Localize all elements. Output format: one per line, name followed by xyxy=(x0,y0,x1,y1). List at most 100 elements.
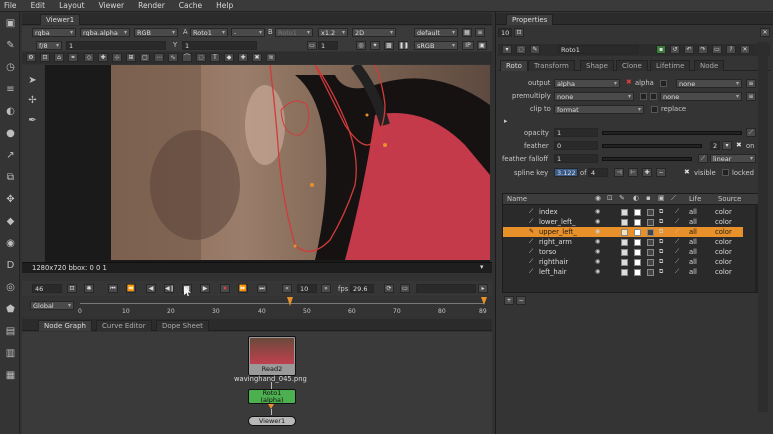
viewer-canvas[interactable] xyxy=(45,61,490,263)
remove-layer-button[interactable]: − xyxy=(516,296,526,305)
motion-icon[interactable]: ⟋ xyxy=(675,257,679,267)
roto-select-icon[interactable]: ⊹ xyxy=(112,53,122,62)
col-name-header[interactable]: Name xyxy=(507,195,527,203)
col-invert-icon[interactable]: ▣ xyxy=(658,194,664,202)
locked-checkbox[interactable] xyxy=(722,169,729,176)
tab-clone[interactable]: Clone xyxy=(616,60,648,71)
add-layer-button[interactable]: + xyxy=(504,296,514,305)
input-b-select[interactable]: Roto1 xyxy=(275,28,313,37)
roto-points-icon[interactable]: ⋯ xyxy=(154,53,164,62)
tab-node[interactable]: Node xyxy=(694,60,725,71)
roto-lock-icon[interactable]: ⊡ xyxy=(40,53,50,62)
visible-eye-icon[interactable]: ◉ xyxy=(595,227,600,237)
undo-icon[interactable]: ↶ xyxy=(684,45,694,54)
node-graph[interactable]: Read2 wavinghand_045.png Roto1 (alpha) V… xyxy=(22,332,492,434)
blend-icon[interactable]: ⧉ xyxy=(659,237,663,247)
plugin-icon[interactable]: ▦ xyxy=(5,370,16,381)
tab-viewer1[interactable]: Viewer1 xyxy=(40,14,81,25)
proxy-icon[interactable]: ✦ xyxy=(370,41,380,50)
col-life-header[interactable]: Life xyxy=(689,195,701,203)
output-expand-icon[interactable]: ≡ xyxy=(746,79,756,88)
next-key-icon[interactable]: ⏩ xyxy=(238,284,248,293)
col-color-icon[interactable]: ◐ xyxy=(633,194,639,202)
furnace-icon[interactable]: ▥ xyxy=(5,348,16,359)
menu-file[interactable]: File xyxy=(4,1,17,10)
loop-icon[interactable]: ⟳ xyxy=(384,284,394,293)
table-row[interactable]: ⟋ index ◉ ⧉ ⟋ all color xyxy=(503,207,743,217)
motion-icon[interactable]: ⟋ xyxy=(675,227,679,237)
viewer1-node[interactable]: Viewer1 xyxy=(248,416,296,426)
add-splinekey-icon[interactable]: ✚ xyxy=(642,168,652,177)
reset-icon[interactable]: ↺ xyxy=(670,45,680,54)
roto-curve-icon[interactable]: ∿ xyxy=(168,53,178,62)
menu-cache[interactable]: Cache xyxy=(179,1,202,10)
read2-node[interactable]: Read2 xyxy=(248,336,296,376)
table-row[interactable]: ⟋ left_hair ◉ ⧉ ⟋ all color xyxy=(503,267,743,277)
invert-toggle[interactable] xyxy=(647,219,654,226)
overlay-toggle[interactable] xyxy=(621,259,628,266)
overlay-toggle[interactable] xyxy=(621,219,628,226)
blend-icon[interactable]: ⧉ xyxy=(659,257,663,267)
roto-add-key-icon[interactable]: ✚ xyxy=(238,53,248,62)
playhead[interactable] xyxy=(287,297,293,306)
falloff-curve-icon[interactable]: ⟋ xyxy=(698,154,708,163)
roto-link-icon[interactable]: ⌂ xyxy=(54,53,64,62)
col-blend-icon[interactable]: ⟋ xyxy=(671,194,676,203)
color-swatch[interactable] xyxy=(634,219,641,226)
display-select[interactable]: RGB xyxy=(134,28,178,37)
tab-curve-editor[interactable]: Curve Editor xyxy=(96,320,152,331)
channels-select[interactable]: rgba xyxy=(32,28,76,37)
table-row[interactable]: ✎ upper_left_ ◉ ⧉ ⟋ all color xyxy=(503,227,743,237)
row-source[interactable]: color xyxy=(715,267,732,277)
roto-shape-icon[interactable]: ◌ xyxy=(196,53,206,62)
feather-on-check-icon[interactable]: ✖ xyxy=(736,141,742,149)
col-source-header[interactable]: Source xyxy=(718,195,741,203)
output-extra-checkbox[interactable] xyxy=(660,80,667,87)
range-mode-select[interactable]: Global xyxy=(30,301,74,310)
color-swatch[interactable] xyxy=(634,259,641,266)
overlay-toggle[interactable] xyxy=(621,229,628,236)
roto1-node[interactable]: Roto1 (alpha) xyxy=(248,389,296,404)
roto-ripple-icon[interactable]: ◇ xyxy=(84,53,94,62)
roto-feather-icon[interactable]: ⚭ xyxy=(68,53,78,62)
node-name-field[interactable]: Roto1 xyxy=(558,45,638,54)
gamma-slider[interactable]: 1 xyxy=(182,41,257,50)
gain-slider[interactable]: 1 xyxy=(66,41,166,50)
prev-key-icon[interactable]: ⏪ xyxy=(126,284,136,293)
status-expand-icon[interactable]: ▾ xyxy=(480,263,483,271)
invert-toggle[interactable] xyxy=(647,209,654,216)
blend-icon[interactable]: ⧉ xyxy=(659,227,663,237)
frame-num-field[interactable]: 1 xyxy=(318,41,338,50)
tab-node-graph[interactable]: Node Graph xyxy=(38,320,92,331)
overlay-toggle[interactable] xyxy=(621,209,628,216)
keyer-icon[interactable]: ↗ xyxy=(5,150,16,161)
timeline[interactable]: Global 0 10 20 30 40 50 60 70 80 89 xyxy=(22,297,492,317)
properties-scrollbar[interactable] xyxy=(758,42,768,412)
frame-icon[interactable]: ▭ xyxy=(307,41,317,50)
lock-properties-icon[interactable]: ⊡ xyxy=(514,28,524,37)
close-all-icon[interactable]: ✕ xyxy=(760,28,770,37)
invert-toggle[interactable] xyxy=(647,259,654,266)
blend-icon[interactable]: ⧉ xyxy=(659,217,663,227)
bezier-tool-icon[interactable]: ✒ xyxy=(27,115,38,126)
motion-icon[interactable]: ⟋ xyxy=(675,247,679,257)
record-icon[interactable]: ⏺ xyxy=(220,284,230,293)
eye-icon[interactable]: ◎ xyxy=(5,282,16,293)
metadata-icon[interactable]: D xyxy=(5,260,16,271)
merge-icon[interactable]: ⧉ xyxy=(5,172,16,183)
premult-expand-icon[interactable]: ≡ xyxy=(746,92,756,101)
input-a-select[interactable]: Roto1 xyxy=(190,28,228,37)
premult-checkbox[interactable] xyxy=(640,93,647,100)
menu-viewer[interactable]: Viewer xyxy=(99,1,125,10)
other-icon[interactable]: ▤ xyxy=(5,326,16,337)
feather-num-field[interactable]: 2 xyxy=(710,141,720,150)
opacity-curve-icon[interactable]: ⟋ xyxy=(746,128,756,137)
menu-render[interactable]: Render xyxy=(138,1,165,10)
select-arrow-icon[interactable]: ➤ xyxy=(27,75,38,86)
fps-field[interactable]: 29.6 xyxy=(350,284,374,293)
visible-eye-icon[interactable]: ◉ xyxy=(595,237,600,247)
playback-menu-icon[interactable]: ▸ xyxy=(478,284,488,293)
lock-icon[interactable]: ⊡ xyxy=(67,284,77,293)
col-overlay-icon[interactable]: ▪ xyxy=(646,194,651,202)
lut-select[interactable]: default xyxy=(414,28,458,37)
